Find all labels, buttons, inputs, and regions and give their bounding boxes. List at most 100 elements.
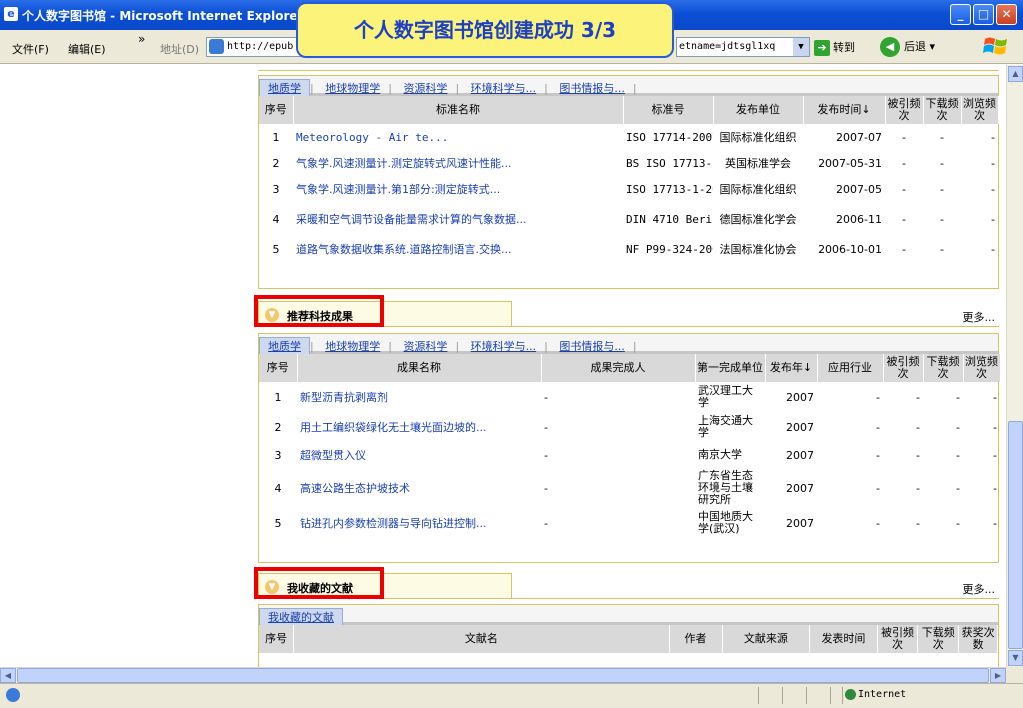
- row-no: 5: [274, 516, 282, 530]
- standards-table: 序号 标准名称 标准号 发布单位 发布时间↓ 被引频次 下载频次 浏览频次 1 …: [259, 96, 999, 262]
- standard-title-link[interactable]: 采暖和空气调节设备能量需求计算的气象数据...: [293, 202, 623, 236]
- achievement-title-link[interactable]: 用土工编织袋绿化无土壤光面边坡的...: [297, 412, 541, 442]
- vertical-scrollbar[interactable]: ▲ ▼: [1006, 65, 1023, 667]
- cite-count: -: [902, 182, 906, 196]
- col-header: 标准名称: [293, 96, 624, 124]
- scroll-up-icon[interactable]: ▲: [1008, 66, 1023, 82]
- tab-geophysics[interactable]: 地球物理学: [317, 338, 388, 355]
- achievement-title-link[interactable]: 高速公路生态护坡技术: [297, 468, 541, 508]
- col-header: 序号: [259, 625, 295, 653]
- achievements-section-header: ▼ 推荐科技成果 更多...: [254, 295, 999, 327]
- page-status-icon: [6, 688, 20, 702]
- publish-year: 2007: [786, 420, 814, 434]
- h-scroll-thumb[interactable]: [17, 668, 989, 683]
- col-header: 下载频次: [923, 96, 962, 124]
- row-no: 1: [274, 390, 282, 404]
- scroll-left-icon[interactable]: ◀: [0, 668, 16, 683]
- achievement-title-link[interactable]: 超微型贯入仪: [297, 442, 541, 468]
- tab-environment[interactable]: 环境科学与...: [463, 338, 545, 355]
- tab-library-info[interactable]: 图书情报与...: [551, 80, 633, 97]
- scroll-down-icon[interactable]: ▼: [1008, 650, 1023, 666]
- tab-geophysics[interactable]: 地球物理学: [317, 80, 388, 97]
- status-divider: [782, 687, 783, 704]
- scroll-thumb[interactable]: [1008, 421, 1023, 649]
- row-no: 3: [274, 448, 282, 462]
- publish-date: 2007-05: [836, 182, 882, 196]
- download-count: -: [956, 420, 960, 434]
- tab-resource-science[interactable]: 资源科学: [395, 80, 455, 97]
- back-button[interactable]: ◀ 后退 ▾: [880, 36, 935, 58]
- standard-title-link[interactable]: 气象学.风速测量计.第1部分:测定旋转式...: [293, 176, 623, 202]
- page-content: 地质学 | 地球物理学 | 资源科学 | 环境科学与... | 图书情报与... | 序号…: [0, 65, 1006, 667]
- col-header[interactable]: 发布时间↓: [803, 96, 886, 124]
- cite-count: -: [916, 420, 920, 434]
- menu-edit[interactable]: 编辑(E): [68, 41, 106, 57]
- achievement-title-link[interactable]: 新型沥青抗剥离剂: [297, 382, 541, 412]
- address-text: http://epub: [227, 41, 294, 52]
- scroll-right-icon[interactable]: ▶: [990, 668, 1006, 683]
- tab-geology[interactable]: 地质学: [259, 337, 310, 354]
- table-row: 5 钻进孔内参数检测器与导向钻进控制... - 中国地质大学(武汉) 2007 …: [259, 508, 1000, 538]
- success-banner: 个人数字图书馆创建成功 3/3: [296, 2, 674, 58]
- highlight-box: [254, 567, 384, 599]
- download-count: -: [956, 516, 960, 530]
- section-divider: [512, 573, 999, 599]
- back-label: 后退: [904, 40, 926, 53]
- go-label: 转到: [833, 41, 855, 54]
- download-count: -: [940, 130, 944, 144]
- page-icon: [209, 39, 224, 54]
- more-link[interactable]: 更多...: [963, 309, 996, 325]
- status-divider: [830, 687, 831, 704]
- favorites-panel: 我收藏的文献 序号 文献名 作者 文献来源 发表时间 被引频次 下载频次 获奖次…: [258, 604, 999, 667]
- standard-code: DIN 4710 Berichtigung 1-2006: [626, 212, 713, 226]
- table-row: 1 Meteorology - Air te... ISO 17714-2007…: [259, 124, 998, 150]
- tab-geology[interactable]: 地质学: [259, 79, 310, 96]
- standard-code: ISO 17713-1-2007: [626, 182, 713, 196]
- tab-environment[interactable]: 环境科学与...: [463, 80, 545, 97]
- publish-year: 2007: [786, 390, 814, 404]
- industry: -: [876, 516, 880, 530]
- address-text-tail: etname=jdtsgl1xq: [679, 41, 776, 52]
- maximize-button[interactable]: □: [973, 4, 994, 25]
- row-no: 2: [274, 420, 282, 434]
- tab-resource-science[interactable]: 资源科学: [395, 338, 455, 355]
- col-header: 序号: [259, 96, 294, 124]
- view-count: -: [991, 242, 995, 256]
- close-button[interactable]: ✕: [996, 4, 1017, 25]
- col-header: 文献名: [293, 625, 670, 653]
- col-header[interactable]: 发布年↓: [765, 354, 818, 382]
- publisher: 英国标准学会: [725, 157, 791, 170]
- menu-file[interactable]: 文件(F): [12, 41, 49, 57]
- go-button[interactable]: ➔ 转到: [814, 39, 855, 57]
- view-count: -: [993, 448, 997, 462]
- address-field-tail[interactable]: etname=jdtsgl1xq ▼: [676, 37, 810, 57]
- standard-title-link[interactable]: 道路气象数据收集系统.道路控制语言.交换...: [293, 236, 623, 262]
- col-header: 文献来源: [722, 625, 811, 653]
- industry: -: [876, 481, 880, 495]
- view-count: -: [991, 156, 995, 170]
- industry: -: [876, 390, 880, 404]
- status-divider: [842, 687, 843, 704]
- menu-chevron-icon[interactable]: »: [138, 32, 145, 46]
- address-dropdown-icon[interactable]: ▼: [793, 38, 809, 56]
- achievement-title-link[interactable]: 钻进孔内参数检测器与导向钻进控制...: [297, 508, 541, 538]
- col-header: 下载频次: [923, 354, 964, 382]
- more-link[interactable]: 更多...: [963, 581, 996, 597]
- row-no: 5: [272, 242, 280, 256]
- col-header: 标准号: [623, 96, 714, 124]
- address-label: 地址(D): [160, 43, 200, 56]
- col-header: 应用行业: [817, 354, 884, 382]
- table-row: 3 气象学.风速测量计.第1部分:测定旋转式... ISO 17713-1-20…: [259, 176, 998, 202]
- highlight-box: [254, 295, 384, 327]
- view-count: -: [993, 516, 997, 530]
- standard-title-link[interactable]: Meteorology - Air te...: [293, 124, 623, 150]
- ie-icon: e: [4, 7, 18, 21]
- standard-title-link[interactable]: 气象学.风速测量计.测定旋转式风速计性能...: [293, 150, 623, 176]
- horizontal-scrollbar[interactable]: ◀ ▶: [0, 667, 1006, 683]
- tab-library-info[interactable]: 图书情报与...: [551, 338, 633, 355]
- view-count: -: [993, 390, 997, 404]
- row-no: 4: [272, 212, 280, 226]
- minimize-button[interactable]: _: [950, 4, 971, 25]
- row-no: 3: [272, 182, 280, 196]
- tab-my-favorites[interactable]: 我收藏的文献: [259, 608, 343, 625]
